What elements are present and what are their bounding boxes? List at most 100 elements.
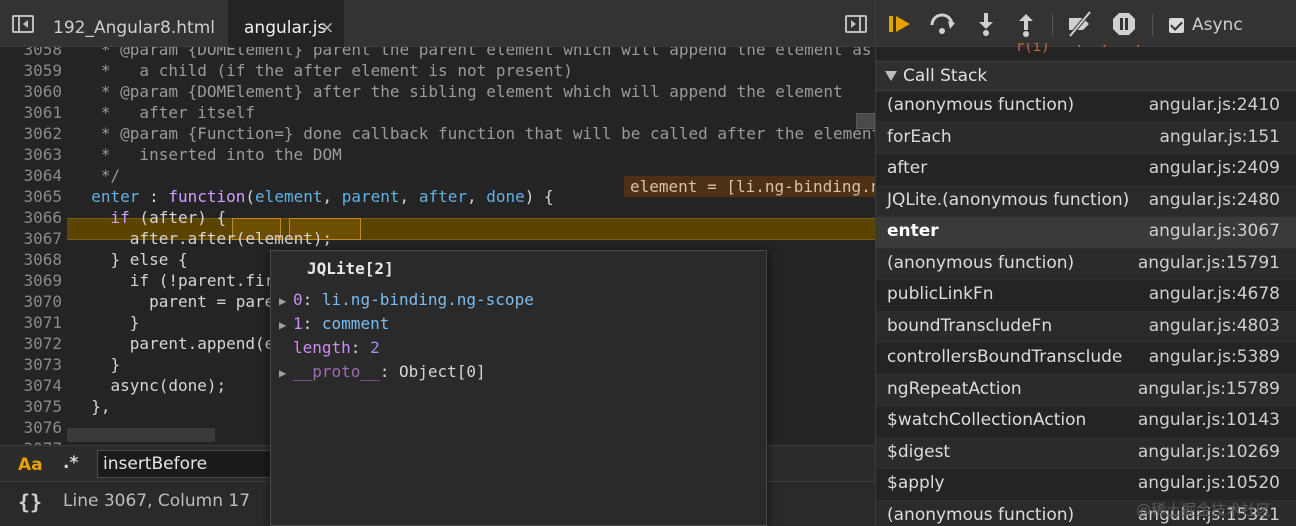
pause-on-exceptions-icon[interactable]: [1110, 10, 1138, 38]
code-token: if: [110, 208, 130, 227]
call-frame-item[interactable]: $apply angular.js:10520: [876, 469, 1296, 501]
frame-location[interactable]: angular.js:4803: [1149, 316, 1280, 336]
line-number[interactable]: 3062: [0, 123, 62, 144]
async-checkbox[interactable]: [1169, 18, 1184, 33]
call-frame-item[interactable]: publicLinkFn angular.js:4678: [876, 280, 1296, 312]
line-source: async(done);: [72, 376, 227, 395]
object-property-row[interactable]: ▶ 0: li.ng-binding.ng-scope: [279, 289, 534, 311]
line-source: * @param {DOMElement} after the sibling …: [72, 82, 843, 101]
regex-button[interactable]: .*: [63, 453, 78, 473]
frame-location[interactable]: angular.js:2480: [1149, 190, 1280, 210]
frame-location[interactable]: angular.js:2409: [1149, 158, 1280, 178]
line-number[interactable]: 3070: [0, 291, 62, 312]
line-number[interactable]: 3076: [0, 417, 62, 438]
frame-location[interactable]: angular.js:2410: [1149, 95, 1280, 115]
code-line: 3066 if (after) {: [0, 207, 875, 228]
frame-function-name: controllersBoundTransclude: [887, 347, 1123, 367]
call-stack-header[interactable]: Call Stack: [876, 61, 1296, 91]
line-number[interactable]: 3066: [0, 207, 62, 228]
call-frame-item[interactable]: boundTranscludeFn angular.js:4803: [876, 311, 1296, 343]
object-property-row[interactable]: ▶ __proto__: Object[0]: [279, 361, 486, 383]
line-number[interactable]: 3067: [0, 228, 62, 249]
toggle-navigator-icon[interactable]: [12, 15, 34, 33]
line-source: * @param {DOMElement} parent the parent …: [72, 47, 872, 59]
line-number[interactable]: 3058: [0, 47, 62, 60]
line-number[interactable]: 3068: [0, 249, 62, 270]
frame-function-name: boundTranscludeFn: [887, 315, 1053, 336]
line-number[interactable]: 3077: [0, 438, 62, 445]
object-preview-popover: JQLite[2] ▶ 0: li.ng-binding.ng-scope ▶ 1: …: [270, 250, 767, 526]
call-frame-item[interactable]: after angular.js:2409: [876, 154, 1296, 186]
expand-arrow-icon[interactable]: ▶: [279, 314, 293, 336]
call-frame-selected[interactable]: enter angular.js:3067: [876, 217, 1296, 249]
frame-location[interactable]: angular.js:15789: [1138, 379, 1280, 399]
object-property-row[interactable]: length: 2: [279, 337, 380, 359]
call-frame-item[interactable]: ngRepeatAction angular.js:15789: [876, 374, 1296, 406]
line-source: */: [72, 166, 121, 185]
toolbar-separator: [1052, 14, 1053, 36]
match-case-button[interactable]: Aa: [18, 455, 43, 475]
toggle-debugger-icon[interactable]: [845, 15, 867, 33]
frame-function-name: JQLite.(anonymous function): [887, 189, 1130, 210]
line-source: * after itself: [72, 103, 256, 122]
code-token: ,: [399, 187, 419, 206]
frame-function-name: $apply: [887, 473, 945, 493]
line-number[interactable]: 3075: [0, 396, 62, 417]
async-label: Async: [1192, 15, 1243, 35]
code-token: (: [235, 229, 246, 248]
frame-location[interactable]: angular.js:15791: [1138, 253, 1280, 273]
frame-location[interactable]: angular.js:5389: [1149, 347, 1280, 367]
step-out-icon[interactable]: [1012, 10, 1040, 38]
line-number[interactable]: 3072: [0, 333, 62, 354]
frame-location[interactable]: angular.js:10269: [1138, 442, 1280, 462]
frame-function-name: $digest: [887, 441, 951, 462]
call-frame-item[interactable]: (anonymous function) angular.js:2410: [876, 91, 1296, 123]
line-source: * @param {Function=} done callback funct…: [100, 124, 875, 143]
line-source: },: [72, 397, 111, 416]
deactivate-breakpoints-icon[interactable]: [1066, 10, 1094, 38]
horizontal-scrollbar[interactable]: [67, 428, 215, 442]
frame-location[interactable]: angular.js:151: [1160, 127, 1281, 147]
editor-scroll-button[interactable]: [856, 113, 875, 129]
step-over-icon[interactable]: [928, 10, 956, 38]
frame-function-name: (anonymous function): [887, 95, 1075, 115]
line-source: enter : function(element, parent, after,…: [72, 186, 553, 207]
line-number[interactable]: 3074: [0, 375, 62, 396]
code-line: 3062 * @param {Function=} done callback …: [0, 123, 875, 144]
line-number[interactable]: 3061: [0, 102, 62, 123]
expand-arrow-icon[interactable]: ▶: [279, 362, 293, 384]
call-frame-item[interactable]: forEach angular.js:151: [876, 122, 1296, 154]
frame-location[interactable]: angular.js:3067: [1149, 221, 1280, 241]
frame-location[interactable]: angular.js:10143: [1138, 410, 1280, 430]
property-value: li.ng-binding.ng-scope: [321, 290, 534, 309]
truncated-scope-row: r(i) · · ·: [1016, 43, 1143, 53]
line-number[interactable]: 3064: [0, 165, 62, 186]
frame-location[interactable]: angular.js:4678: [1149, 284, 1280, 304]
line-number[interactable]: 3073: [0, 354, 62, 375]
tab-192-angular8-html[interactable]: 192_Angular8.html: [37, 0, 227, 47]
line-number[interactable]: 3059: [0, 60, 62, 81]
search-input[interactable]: [97, 450, 273, 478]
call-frame-item[interactable]: (anonymous function) angular.js:15791: [876, 248, 1296, 280]
line-source: } else {: [72, 250, 188, 269]
line-number[interactable]: 3065: [0, 186, 62, 207]
code-line: 3058 * @param {DOMElement} parent the pa…: [0, 47, 875, 60]
code-token: :: [139, 187, 169, 206]
object-property-row[interactable]: ▶ 1: comment: [279, 313, 389, 335]
step-into-icon[interactable]: [972, 10, 1000, 38]
call-frame-item[interactable]: JQLite.(anonymous function) angular.js:24…: [876, 185, 1296, 217]
frame-location[interactable]: angular.js:10520: [1138, 473, 1280, 493]
resume-icon[interactable]: [886, 10, 914, 38]
call-frame-item[interactable]: $digest angular.js:10269: [876, 437, 1296, 469]
call-frame-item[interactable]: controllersBoundTransclude angular.js:538…: [876, 343, 1296, 375]
expand-arrow-icon[interactable]: ▶: [279, 290, 293, 312]
pretty-print-button[interactable]: {}: [18, 490, 42, 514]
call-frame-item[interactable]: $watchCollectionAction angular.js:10143: [876, 406, 1296, 438]
line-number[interactable]: 3063: [0, 144, 62, 165]
tab-angular-js[interactable]: angular.js ×: [228, 0, 344, 48]
code-token: ,: [466, 187, 487, 206]
code-token: (after) {: [129, 208, 227, 227]
line-number[interactable]: 3071: [0, 312, 62, 333]
line-number[interactable]: 3060: [0, 81, 62, 102]
line-number[interactable]: 3069: [0, 270, 62, 291]
